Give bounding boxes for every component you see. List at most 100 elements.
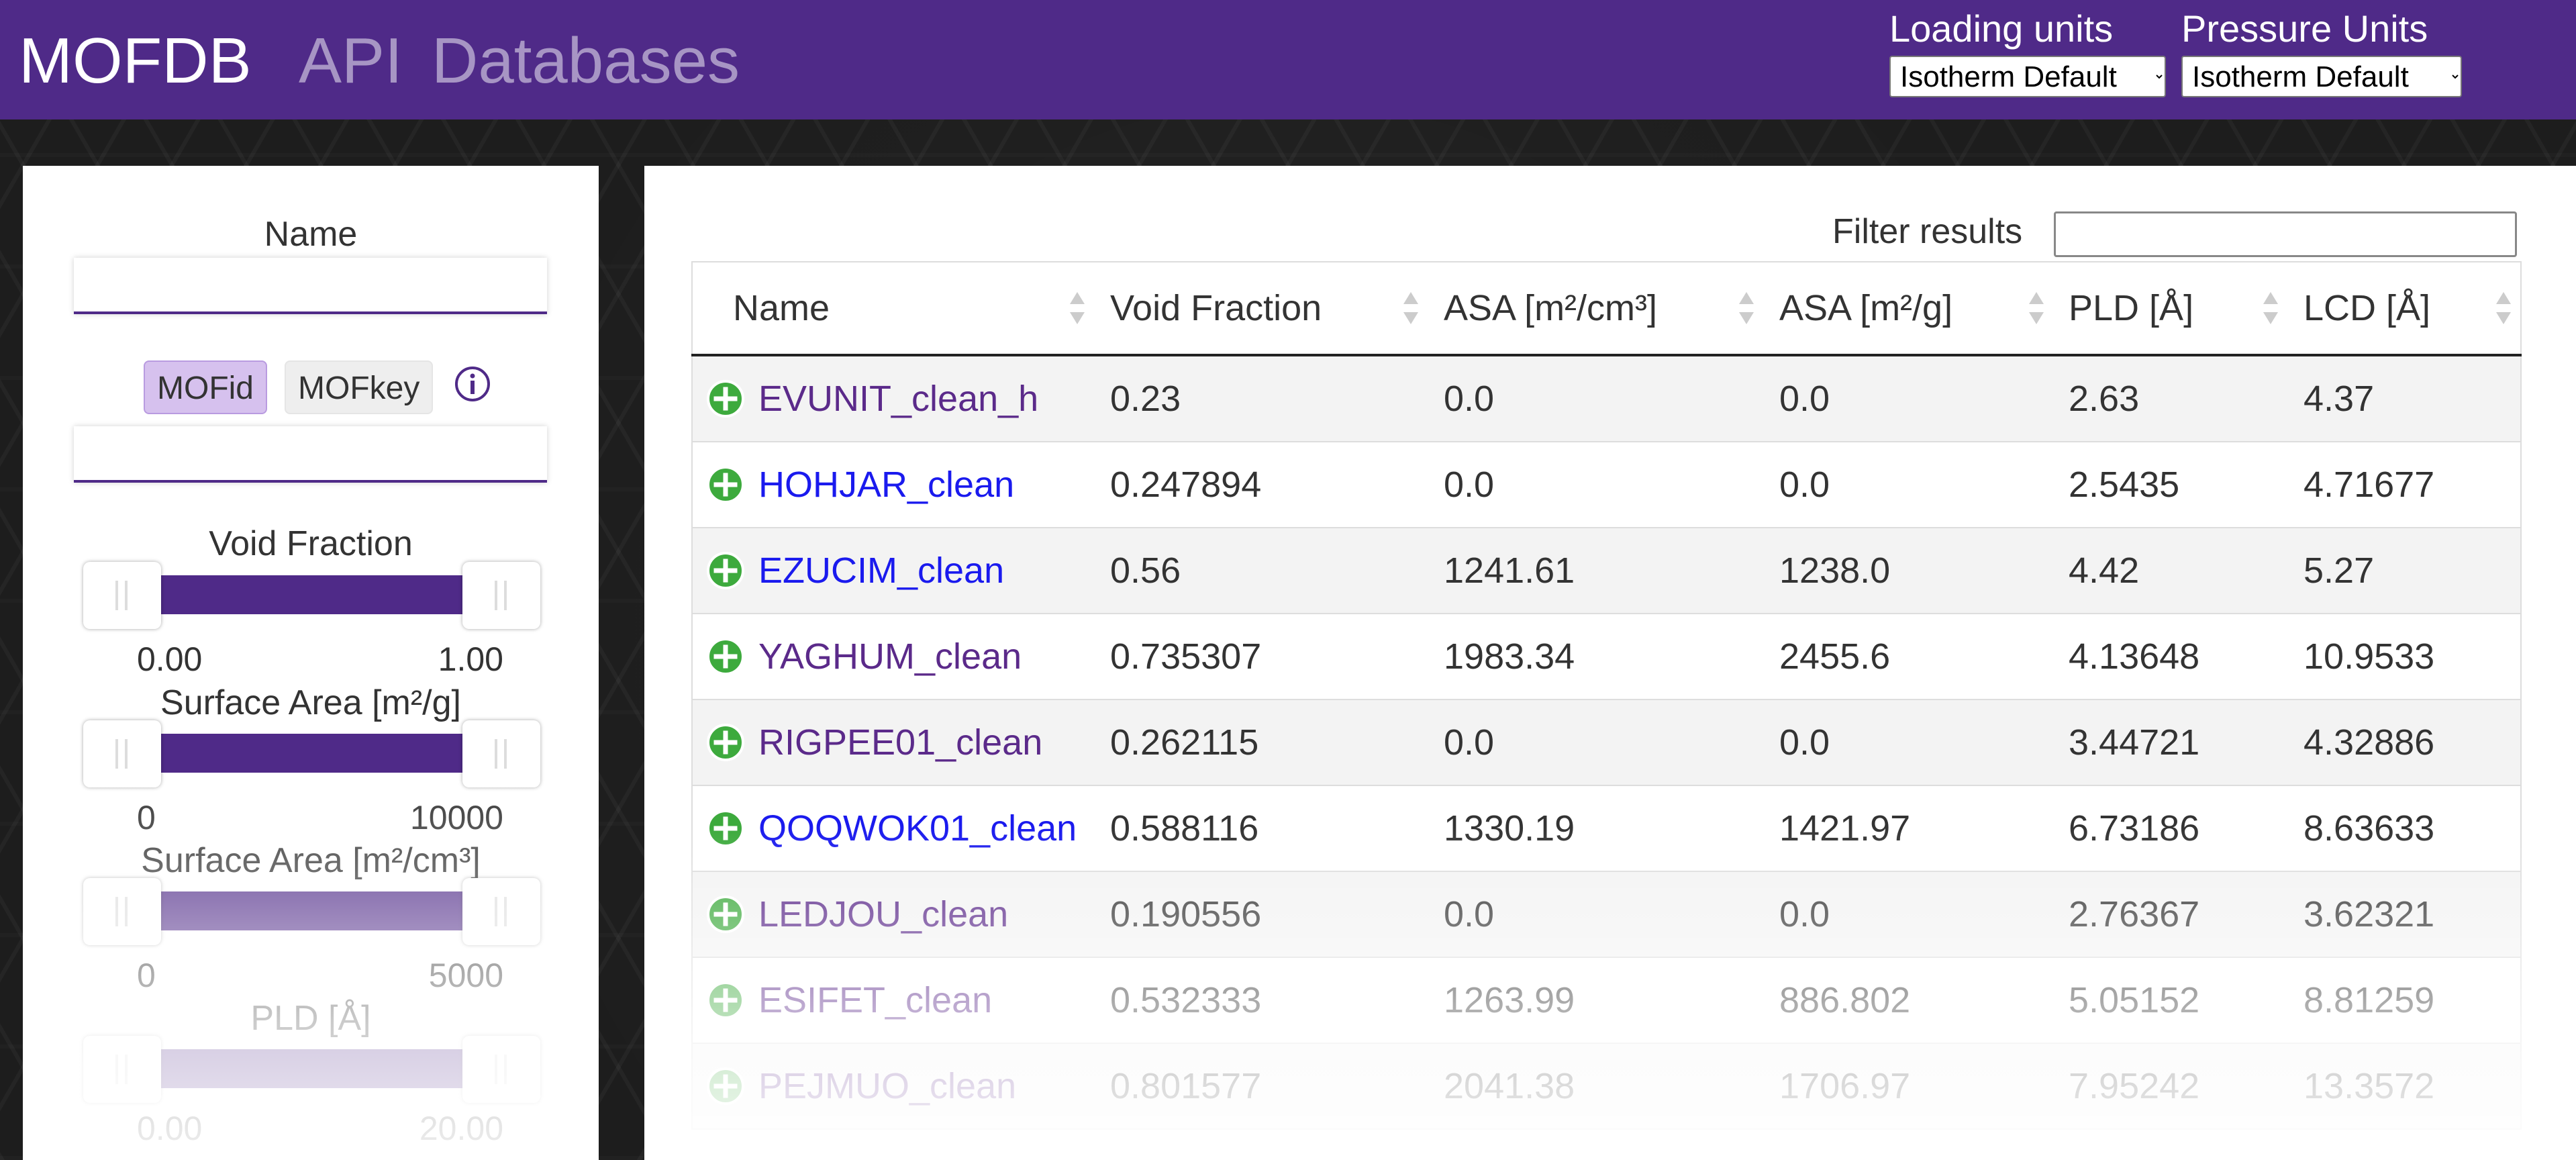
add-plus-icon[interactable]	[706, 809, 745, 848]
name-cell-content: ESIFET_clean	[706, 979, 1097, 1021]
name-filter-label: Name	[264, 215, 358, 254]
loading-units-label: Loading units	[1889, 7, 2114, 50]
name-cell-content: EZUCIM_clean	[706, 550, 1097, 591]
lcd-cell: 10.9533	[2290, 614, 2522, 700]
add-plus-icon[interactable]	[706, 465, 745, 504]
asa-volumetric-cell: 2041.38	[1430, 1043, 1766, 1130]
asa-volumetric-cell: 1983.34	[1430, 614, 1766, 700]
asa-volumetric-cell: 1330.19	[1430, 785, 1766, 872]
add-plus-icon[interactable]	[706, 895, 745, 934]
asa-gravimetric-cell: 0.0	[1766, 442, 2055, 528]
pld-cell: 3.44721	[2055, 699, 2290, 786]
mofid-toggle-button[interactable]: MOFid	[144, 360, 267, 414]
table-row: LEDJOU_clean 0.190556 0.0 0.0 2.76367 3.62321	[691, 871, 2522, 958]
table-header-row: Name Void Fraction ASA [m²/cm³] ASA [m²/…	[691, 261, 2522, 356]
name-cell: EVUNIT_clean_h	[691, 355, 1097, 442]
pld-max-handle[interactable]	[462, 1036, 540, 1103]
brand-link[interactable]: MOFDB	[19, 24, 252, 98]
nav-link-api[interactable]: API	[299, 24, 403, 98]
surface-area-gravimetric-label: Surface Area [m²/g]	[160, 683, 461, 722]
pld-cell: 7.95242	[2055, 1043, 2290, 1130]
mof-name-link[interactable]: EZUCIM_clean	[758, 550, 1004, 591]
search-sidebar: Name MOFid MOFkey Void Fraction 0.00 1.0…	[23, 166, 599, 1160]
sort-icon	[2263, 292, 2278, 324]
filter-results-label: Filter results	[1832, 212, 2023, 251]
asa-gravimetric-cell: 2455.6	[1766, 614, 2055, 700]
name-cell: YAGHUM_clean	[691, 614, 1097, 700]
column-header-asa-gravimetric[interactable]: ASA [m²/g]	[1766, 261, 2055, 356]
name-cell: QOQWOK01_clean	[691, 785, 1097, 872]
asa-volumetric-cell: 1263.99	[1430, 957, 1766, 1044]
mof-name-link[interactable]: RIGPEE01_clean	[758, 722, 1042, 763]
mof-name-link[interactable]: YAGHUM_clean	[758, 636, 1022, 677]
lcd-cell: 4.32886	[2290, 699, 2522, 786]
name-cell: LEDJOU_clean	[691, 871, 1097, 958]
mof-name-link[interactable]: PEJMUO_clean	[758, 1065, 1016, 1107]
filter-results-input[interactable]	[2054, 211, 2517, 257]
table-row: HOHJAR_clean 0.247894 0.0 0.0 2.5435 4.71677	[691, 442, 2522, 528]
name-filter-input[interactable]	[74, 258, 547, 314]
add-plus-icon[interactable]	[706, 1067, 745, 1106]
column-header-asa-volumetric[interactable]: ASA [m²/cm³]	[1430, 261, 1766, 356]
column-header-name[interactable]: Name	[691, 261, 1097, 356]
pressure-units-select[interactable]: Isotherm Default	[2181, 56, 2462, 97]
add-plus-icon[interactable]	[706, 723, 745, 762]
void-fraction-slider-track	[123, 575, 489, 614]
add-plus-icon[interactable]	[706, 981, 745, 1020]
surface-area-volumetric-min-handle[interactable]	[83, 878, 161, 945]
lcd-cell: 4.37	[2290, 355, 2522, 442]
asa-volumetric-cell: 0.0	[1430, 442, 1766, 528]
table-row: EZUCIM_clean 0.56 1241.61 1238.0 4.42 5.27	[691, 528, 2522, 614]
lcd-cell: 8.63633	[2290, 785, 2522, 872]
mofid-filter-input[interactable]	[74, 426, 547, 483]
name-cell-content: YAGHUM_clean	[706, 636, 1097, 677]
surface-area-volumetric-max-handle[interactable]	[462, 878, 540, 945]
mof-name-link[interactable]: QOQWOK01_clean	[758, 808, 1077, 849]
mof-name-link[interactable]: HOHJAR_clean	[758, 464, 1014, 505]
add-plus-icon[interactable]	[706, 551, 745, 590]
void-fraction-cell: 0.23	[1097, 355, 1430, 442]
pld-slider-track	[123, 1049, 489, 1088]
column-header-void-fraction[interactable]: Void Fraction	[1097, 261, 1430, 356]
column-header-pld[interactable]: PLD [Å]	[2055, 261, 2290, 356]
lcd-cell: 3.62321	[2290, 871, 2522, 958]
surface-area-gravimetric-slider-track	[123, 734, 489, 773]
surface-area-gravimetric-max-handle[interactable]	[462, 720, 540, 787]
loading-units-select[interactable]: Isotherm Default	[1889, 56, 2166, 97]
lcd-cell: 4.71677	[2290, 442, 2522, 528]
name-cell: ESIFET_clean	[691, 957, 1097, 1044]
void-fraction-cell: 0.801577	[1097, 1043, 1430, 1130]
asa-gravimetric-cell: 0.0	[1766, 355, 2055, 442]
surface-area-gravimetric-min-handle[interactable]	[83, 720, 161, 787]
column-header-label: LCD [Å]	[2303, 288, 2431, 328]
add-plus-icon[interactable]	[706, 637, 745, 676]
mof-name-link[interactable]: EVUNIT_clean_h	[758, 378, 1038, 420]
info-icon[interactable]	[452, 364, 493, 404]
mofkey-toggle-button[interactable]: MOFkey	[285, 360, 434, 414]
pressure-units-label: Pressure Units	[2181, 7, 2428, 50]
name-cell: RIGPEE01_clean	[691, 699, 1097, 786]
void-fraction-cell: 0.56	[1097, 528, 1430, 614]
pld-min-handle[interactable]	[83, 1036, 161, 1103]
void-fraction-cell: 0.735307	[1097, 614, 1430, 700]
asa-volumetric-cell: 0.0	[1430, 699, 1766, 786]
add-plus-icon[interactable]	[706, 379, 745, 418]
pld-min-value: 0.00	[137, 1110, 203, 1147]
nav-link-databases[interactable]: Databases	[432, 24, 740, 98]
table-row: PEJMUO_clean 0.801577 2041.38 1706.97 7.9524…	[691, 1043, 2522, 1130]
table-row: EVUNIT_clean_h 0.23 0.0 0.0 2.63 4.37	[691, 355, 2522, 442]
name-cell-content: EVUNIT_clean_h	[706, 378, 1097, 420]
column-header-label: ASA [m²/g]	[1779, 288, 1953, 328]
mof-name-link[interactable]: LEDJOU_clean	[758, 893, 1008, 935]
void-fraction-max-handle[interactable]	[462, 562, 540, 629]
pld-cell: 4.42	[2055, 528, 2290, 614]
pld-cell: 2.5435	[2055, 442, 2290, 528]
column-header-label: Void Fraction	[1110, 288, 1322, 328]
asa-gravimetric-cell: 1238.0	[1766, 528, 2055, 614]
void-fraction-min-handle[interactable]	[83, 562, 161, 629]
void-fraction-cell: 0.190556	[1097, 871, 1430, 958]
mof-name-link[interactable]: ESIFET_clean	[758, 979, 992, 1021]
column-header-lcd[interactable]: LCD [Å]	[2290, 261, 2522, 356]
asa-gravimetric-cell: 1421.97	[1766, 785, 2055, 872]
name-cell-content: RIGPEE01_clean	[706, 722, 1097, 763]
